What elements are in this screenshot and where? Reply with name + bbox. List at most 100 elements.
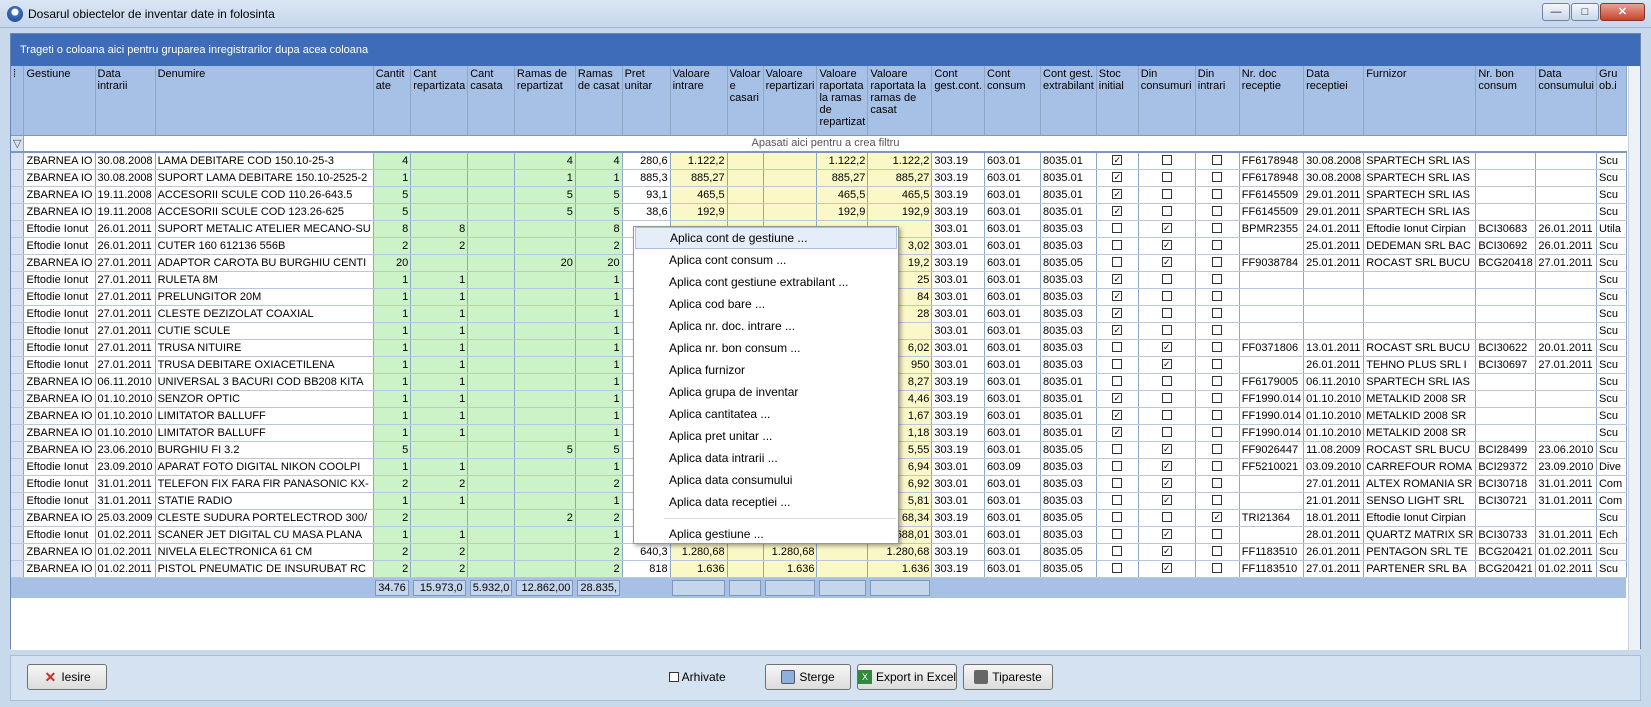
- table-cell[interactable]: 26.01.2011: [1535, 237, 1597, 255]
- table-cell[interactable]: TRI21364: [1239, 509, 1305, 527]
- table-cell[interactable]: 8: [575, 220, 623, 238]
- checkbox-cell[interactable]: [1138, 305, 1196, 323]
- table-cell[interactable]: Scu: [1596, 305, 1627, 323]
- table-cell[interactable]: [1363, 288, 1477, 306]
- table-cell[interactable]: [1239, 492, 1305, 510]
- table-cell[interactable]: ROCAST SRL BUCU: [1363, 441, 1477, 459]
- column-header[interactable]: Din consumuri: [1138, 66, 1196, 136]
- table-cell[interactable]: [1363, 271, 1477, 289]
- table-cell[interactable]: [763, 152, 818, 170]
- table-cell[interactable]: Scu: [1596, 407, 1627, 425]
- table-cell[interactable]: 30.08.2008: [95, 152, 156, 170]
- unchecked-checkbox[interactable]: [1112, 461, 1123, 472]
- table-cell[interactable]: Scu: [1596, 509, 1627, 527]
- table-cell[interactable]: 11.08.2009: [1303, 441, 1365, 459]
- unchecked-checkbox[interactable]: [1161, 427, 1172, 438]
- row-selector[interactable]: [11, 339, 25, 357]
- table-cell[interactable]: 8035.01: [1040, 373, 1097, 391]
- table-cell[interactable]: [1535, 390, 1597, 408]
- checkbox-cell[interactable]: [1195, 356, 1240, 374]
- table-cell[interactable]: 26.01.2011: [1535, 220, 1597, 238]
- checkbox-cell[interactable]: ✓: [1138, 441, 1196, 459]
- table-cell[interactable]: 603.01: [984, 254, 1042, 272]
- table-cell[interactable]: BCI30721: [1475, 492, 1537, 510]
- table-cell[interactable]: 1: [575, 492, 623, 510]
- row-selector[interactable]: [11, 152, 25, 170]
- table-cell[interactable]: 27.01.2011: [95, 254, 156, 272]
- context-menu-item[interactable]: Aplica cont de gestiune ...: [635, 227, 897, 249]
- table-cell[interactable]: 29.01.2011: [1303, 203, 1365, 221]
- table-cell[interactable]: [410, 186, 469, 204]
- table-cell[interactable]: [467, 373, 515, 391]
- table-row[interactable]: ZBARNEA IO 19.11.2008 ACCESORII SCULE COD …: [11, 186, 1627, 204]
- unchecked-checkbox[interactable]: [1212, 478, 1223, 489]
- table-cell[interactable]: [1475, 424, 1537, 442]
- column-header[interactable]: Denumire: [155, 66, 374, 136]
- table-cell[interactable]: 1.636: [867, 560, 933, 578]
- table-cell[interactable]: [467, 169, 515, 187]
- table-cell[interactable]: 8035.03: [1040, 322, 1097, 340]
- table-cell[interactable]: 603.01: [984, 169, 1042, 187]
- table-cell[interactable]: [467, 424, 515, 442]
- table-cell[interactable]: [467, 475, 515, 493]
- table-cell[interactable]: [1535, 271, 1597, 289]
- table-cell[interactable]: 20: [373, 254, 412, 272]
- table-cell[interactable]: 1: [410, 322, 469, 340]
- column-header[interactable]: Ramas de casat: [575, 66, 623, 136]
- table-cell[interactable]: 1: [373, 339, 412, 357]
- checked-checkbox[interactable]: ✓: [1161, 546, 1172, 557]
- table-cell[interactable]: [1239, 356, 1305, 374]
- table-cell[interactable]: FF6178948: [1239, 169, 1305, 187]
- unchecked-checkbox[interactable]: [1212, 189, 1223, 200]
- checkbox-cell[interactable]: [1138, 509, 1196, 527]
- table-cell[interactable]: Scu: [1596, 169, 1627, 187]
- table-cell[interactable]: 885,27: [867, 169, 933, 187]
- column-header[interactable]: Cont gest. extrabilant: [1040, 66, 1097, 136]
- delete-button[interactable]: Sterge: [765, 664, 851, 690]
- table-cell[interactable]: [514, 356, 576, 374]
- table-cell[interactable]: [514, 339, 576, 357]
- checkbox-cell[interactable]: ✓: [1138, 458, 1196, 476]
- table-cell[interactable]: 2: [575, 237, 623, 255]
- table-cell[interactable]: [467, 560, 515, 578]
- checkbox-cell[interactable]: ✓: [1096, 424, 1139, 442]
- table-cell[interactable]: 1: [575, 390, 623, 408]
- checkbox-cell[interactable]: [1195, 305, 1240, 323]
- table-cell[interactable]: 5: [373, 441, 412, 459]
- table-cell[interactable]: 8035.03: [1040, 475, 1097, 493]
- table-cell[interactable]: 303.01: [931, 322, 986, 340]
- unchecked-checkbox[interactable]: [1212, 206, 1223, 217]
- table-cell[interactable]: ZBARNEA IO: [23, 203, 96, 221]
- table-cell[interactable]: 8035.01: [1040, 390, 1097, 408]
- unchecked-checkbox[interactable]: [1112, 546, 1123, 557]
- context-menu-item[interactable]: Aplica pret unitar ...: [635, 425, 897, 447]
- table-cell[interactable]: Scu: [1596, 254, 1627, 272]
- table-cell[interactable]: ZBARNEA IO: [23, 152, 96, 170]
- table-cell[interactable]: ZBARNEA IO: [23, 169, 96, 187]
- row-selector[interactable]: [11, 237, 25, 255]
- table-cell[interactable]: 2: [575, 509, 623, 527]
- table-cell[interactable]: SENZOR OPTIC: [155, 390, 374, 408]
- table-cell[interactable]: 1: [410, 390, 469, 408]
- checkbox-cell[interactable]: [1195, 390, 1240, 408]
- table-cell[interactable]: 06.11.2010: [95, 373, 156, 391]
- table-cell[interactable]: 29.01.2011: [1303, 186, 1365, 204]
- table-cell[interactable]: [763, 169, 818, 187]
- table-cell[interactable]: 603.01: [984, 543, 1042, 561]
- table-cell[interactable]: [467, 203, 515, 221]
- table-cell[interactable]: 26.01.2011: [1303, 356, 1365, 374]
- context-menu-item[interactable]: Aplica cont consum ...: [635, 249, 897, 271]
- table-cell[interactable]: 1: [575, 322, 623, 340]
- table-cell[interactable]: [467, 322, 515, 340]
- unchecked-checkbox[interactable]: [1161, 206, 1172, 217]
- table-cell[interactable]: 01.10.2010: [1303, 424, 1365, 442]
- table-cell[interactable]: [467, 220, 515, 238]
- checkbox-cell[interactable]: ✓: [1138, 356, 1196, 374]
- unchecked-checkbox[interactable]: [1212, 376, 1223, 387]
- table-row[interactable]: ZBARNEA IO 19.11.2008 ACCESORII SCULE COD …: [11, 203, 1627, 221]
- table-cell[interactable]: FF6145509: [1239, 203, 1305, 221]
- table-cell[interactable]: TRUSA DEBITARE OXIACETILENA: [155, 356, 374, 374]
- checkbox-cell[interactable]: ✓: [1096, 152, 1139, 170]
- unchecked-checkbox[interactable]: [1212, 257, 1223, 268]
- context-menu-item[interactable]: Aplica data consumului: [635, 469, 897, 491]
